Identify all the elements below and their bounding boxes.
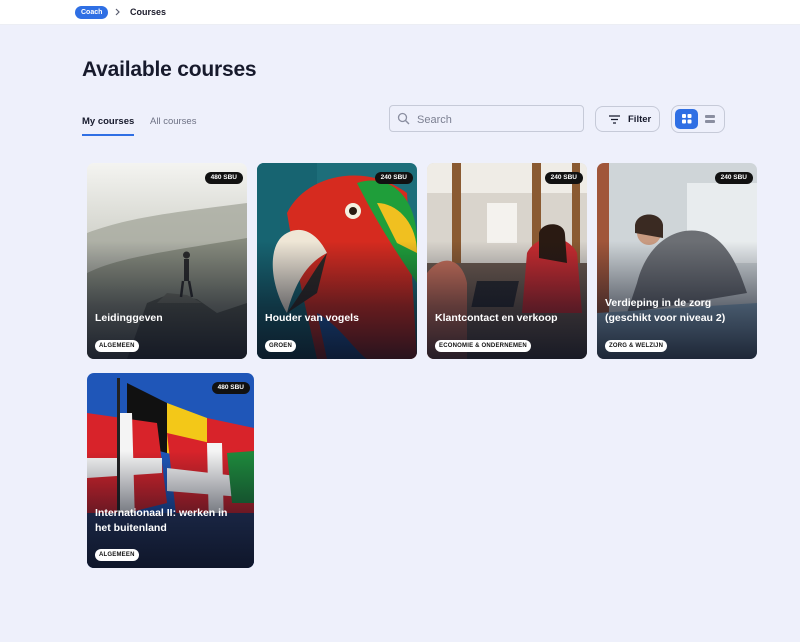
category-badge: ALGEMEEN <box>95 549 139 561</box>
category-badge: ALGEMEEN <box>95 340 139 352</box>
list-view-button[interactable] <box>699 109 722 129</box>
chevron-right-icon <box>115 8 120 16</box>
view-toggle <box>671 105 725 133</box>
course-title: Leidinggeven <box>95 312 163 324</box>
page-title: Available courses <box>82 58 257 81</box>
sbu-badge: 240 SBU <box>374 172 413 184</box>
course-title: Internationaal II: werken in het buitenl… <box>95 507 228 534</box>
tab-all-courses[interactable]: All courses <box>150 116 196 127</box>
search-input[interactable] <box>415 107 579 132</box>
course-title: Houder van vogels <box>265 312 359 324</box>
sbu-badge: 480 SBU <box>204 172 243 184</box>
filter-label: Filter <box>628 114 652 125</box>
sbu-badge: 240 SBU <box>714 172 753 184</box>
grid-icon <box>682 114 692 124</box>
category-badge: ZORG & WELZIJN <box>605 340 668 352</box>
category-badge: ECONOMIE & ONDERNEMEN <box>435 340 531 352</box>
course-card-verdieping-in-de-zorg[interactable]: 240 SBU Verdieping in de zorg (geschikt … <box>597 163 757 359</box>
filter-button[interactable]: Filter <box>595 106 660 132</box>
sbu-badge: 480 SBU <box>211 382 250 394</box>
breadcrumb-coach[interactable]: Coach <box>75 6 109 19</box>
course-title: Verdieping in de zorg (geschikt voor niv… <box>605 297 726 324</box>
course-card-houder-van-vogels[interactable]: 240 SBU Houder van vogels GROEN <box>257 163 417 359</box>
tab-my-courses[interactable]: My courses <box>82 116 135 136</box>
search-icon <box>397 112 410 125</box>
filter-icon <box>609 115 620 124</box>
course-title: Klantcontact en verkoop <box>435 312 558 324</box>
top-bar: Coach Courses <box>0 0 800 25</box>
grid-view-button[interactable] <box>675 109 698 129</box>
breadcrumb-current: Courses <box>130 7 167 17</box>
search-box <box>389 105 584 132</box>
course-card-klantcontact-en-verkoop[interactable]: 240 SBU Klantcontact en verkoop ECONOMIE… <box>427 163 587 359</box>
sbu-badge: 240 SBU <box>544 172 583 184</box>
course-card-internationaal-ii[interactable]: 480 SBU Internationaal II: werken in het… <box>87 373 254 568</box>
category-badge: GROEN <box>265 340 297 352</box>
list-icon <box>705 115 715 123</box>
course-card-leidinggeven[interactable]: 480 SBU Leidinggeven ALGEMEEN <box>87 163 247 359</box>
